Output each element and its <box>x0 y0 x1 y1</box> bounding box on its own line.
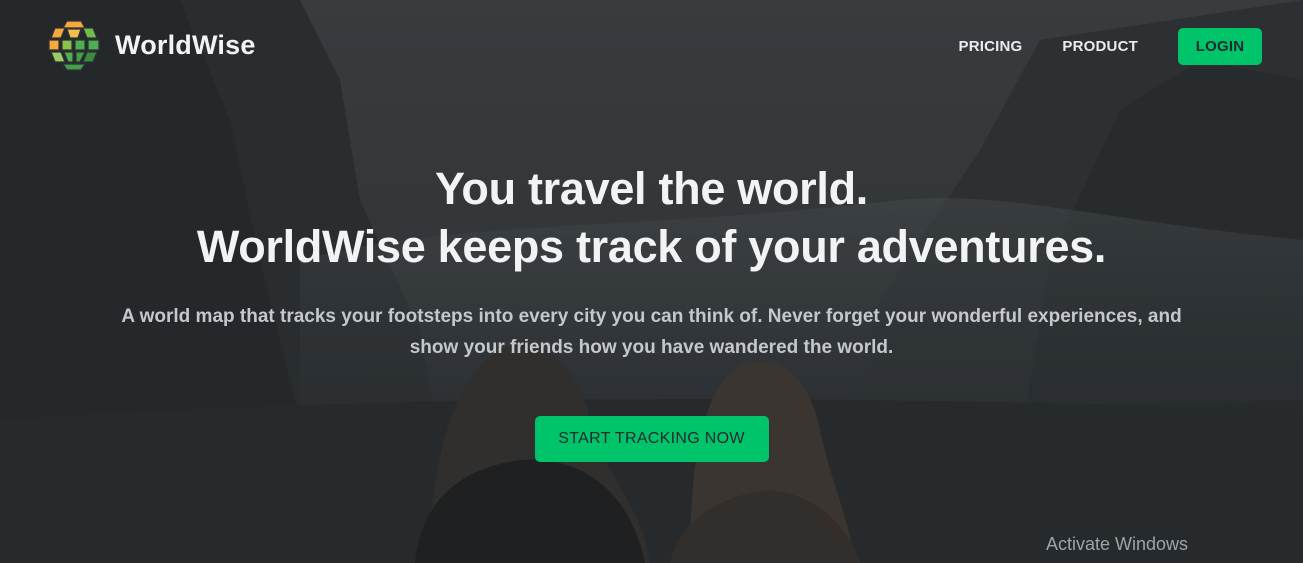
globe-hex-logo-icon <box>48 20 100 71</box>
nav-links: PRICING PRODUCT LOGIN <box>959 28 1262 65</box>
headline-line-1: You travel the world. <box>435 163 868 214</box>
login-button[interactable]: LOGIN <box>1178 28 1262 65</box>
start-tracking-button[interactable]: START TRACKING NOW <box>534 416 769 462</box>
hero-subtext: A world map that tracks your footsteps i… <box>121 306 1182 358</box>
top-navigation: WorldWise PRICING PRODUCT LOGIN <box>0 0 1303 92</box>
brand-name: WorldWise <box>115 29 256 60</box>
nav-link-product[interactable]: PRODUCT <box>1062 38 1138 55</box>
headline-line-2: WorldWise keeps track of your adventures… <box>196 221 1107 272</box>
hero-headline: You travel the world. WorldWise keeps tr… <box>0 160 1303 276</box>
nav-link-pricing[interactable]: PRICING <box>959 38 1023 55</box>
activate-windows-watermark: Activate Windows <box>1046 534 1189 554</box>
brand-logo[interactable]: WorldWise <box>47 18 256 72</box>
hero-section: You travel the world. WorldWise keeps tr… <box>0 160 1303 462</box>
